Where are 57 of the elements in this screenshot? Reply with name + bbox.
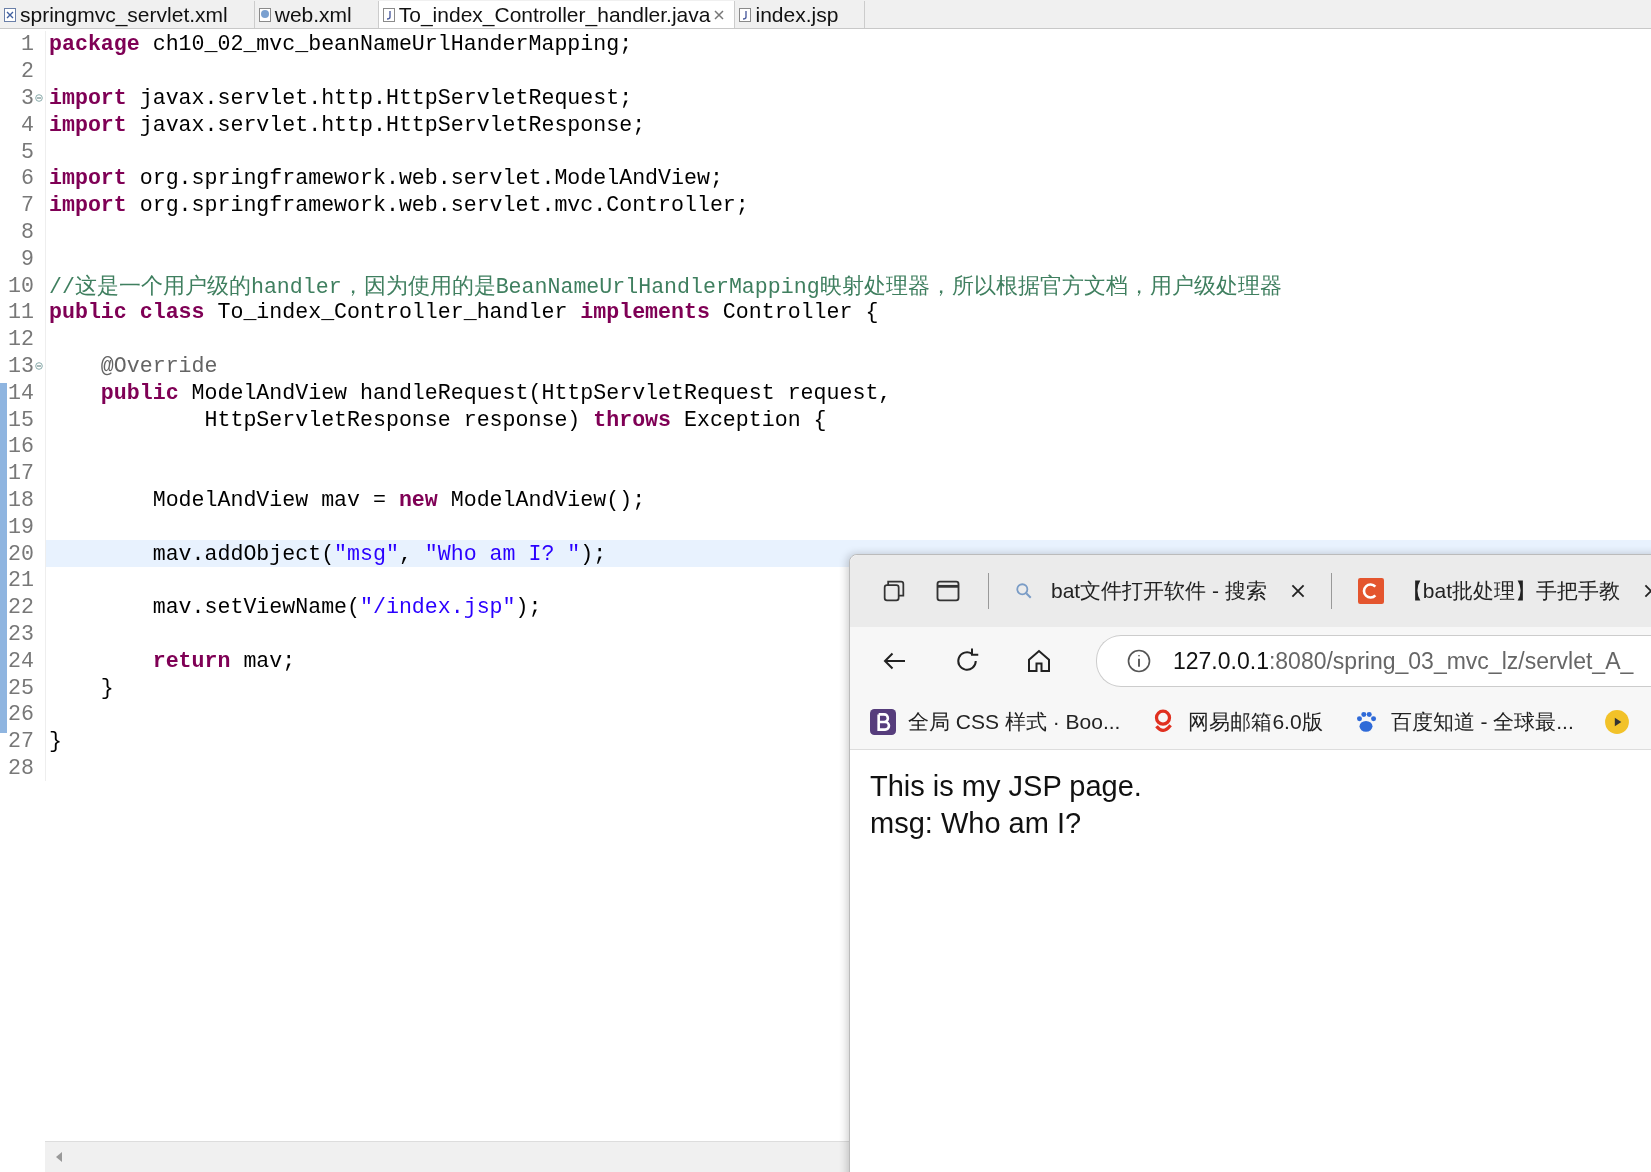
line-number: 19 (8, 514, 35, 539)
line-number: 10 (8, 273, 35, 298)
bookmark[interactable]: 全局 CSS 样式 · Boo... (870, 708, 1121, 736)
code-line: } (48, 729, 62, 754)
address-bar[interactable]: 127.0.0.1:8080/spring_03_mvc_lz/servlet_A_ (1096, 635, 1651, 687)
line-number: 13 (8, 353, 35, 378)
code-line: import javax.servlet.http.HttpServletRequest; (48, 86, 633, 110)
line-number: 18 (8, 487, 35, 512)
line-number: 9 (21, 246, 35, 271)
code-line: ModelAndView mav = new ModelAndView(); (151, 487, 646, 512)
line-number: 6 (21, 166, 35, 191)
line-number: 8 (21, 219, 35, 244)
line-number: 28 (8, 755, 35, 780)
code-line: } (99, 675, 114, 700)
browser-tab[interactable]: bat文件打开软件 - 搜索 (1015, 577, 1305, 605)
line-number: 20 (8, 541, 35, 566)
line-number: 17 (8, 461, 35, 486)
code-line: @Override (99, 353, 218, 378)
code-line: mav.setViewName("/index.jsp"); (151, 595, 542, 620)
line-number: 3 (21, 86, 35, 110)
page-text: msg: Who am I? (870, 806, 1083, 841)
line-number: 27 (8, 729, 35, 754)
line-number: 21 (8, 568, 35, 593)
bookmark[interactable]: 百度知道 - 全球最... (1352, 708, 1574, 736)
line-number: 25 (8, 675, 35, 700)
code-line: import javax.servlet.http.HttpServletResponse; (48, 112, 646, 137)
line-number: 23 (8, 621, 35, 646)
code-line: //这是一个用户级的handler，因为使用的是BeanNameUrlHandlerMapping映射处理器，所以根据官方文档，用户级处理器 (48, 273, 1282, 301)
editor-tab[interactable]: To_index_Controller_handler.java (378, 1, 736, 28)
bookmark[interactable]: 网易邮箱6.0版 (1150, 708, 1323, 736)
page-text: This is my JSP page. (870, 769, 1143, 804)
url-text: 127.0.0.1:8080/spring_03_mvc_lz/servlet_A_ (1173, 647, 1634, 675)
line-number: 2 (21, 59, 35, 84)
line-number: 5 (21, 139, 35, 164)
line-number: 1 (21, 32, 35, 57)
code-line: return mav; (151, 648, 296, 673)
line-number: 26 (8, 702, 35, 727)
line-number: 4 (21, 112, 35, 137)
line-number: 24 (8, 648, 35, 673)
code-line: public class To_index_Controller_handler implements Controller { (48, 300, 879, 325)
editor-tab[interactable]: index.jsp (735, 1, 866, 28)
code-line: mav.addObject("msg", "Who am I? "); (151, 541, 607, 566)
line-number: 15 (8, 407, 35, 432)
code-line: public ModelAndView handleRequest(HttpServletRequest request, (99, 380, 892, 405)
code-line: import org.springframework.web.servlet.ModelAndView; (48, 166, 723, 191)
code-line: package ch10_02_mvc_beanNameUrlHanderMapping; (48, 32, 633, 57)
code-line: import org.springframework.web.servlet.mvc.Controller; (48, 193, 749, 218)
editor-tab[interactable]: web.xml (254, 1, 379, 28)
code-line: HttpServletResponse response) throws Exception { (203, 407, 827, 432)
line-number: 14 (8, 380, 35, 405)
line-number: 11 (8, 300, 35, 325)
editor-tab[interactable]: springmvc_servlet.xml (0, 1, 255, 28)
line-number: 16 (8, 434, 35, 459)
browser-tab[interactable]: 【bat批处理】手把手教 (1357, 577, 1651, 605)
line-number: 12 (8, 327, 35, 352)
line-number: 7 (21, 193, 35, 218)
line-number: 22 (8, 595, 35, 620)
